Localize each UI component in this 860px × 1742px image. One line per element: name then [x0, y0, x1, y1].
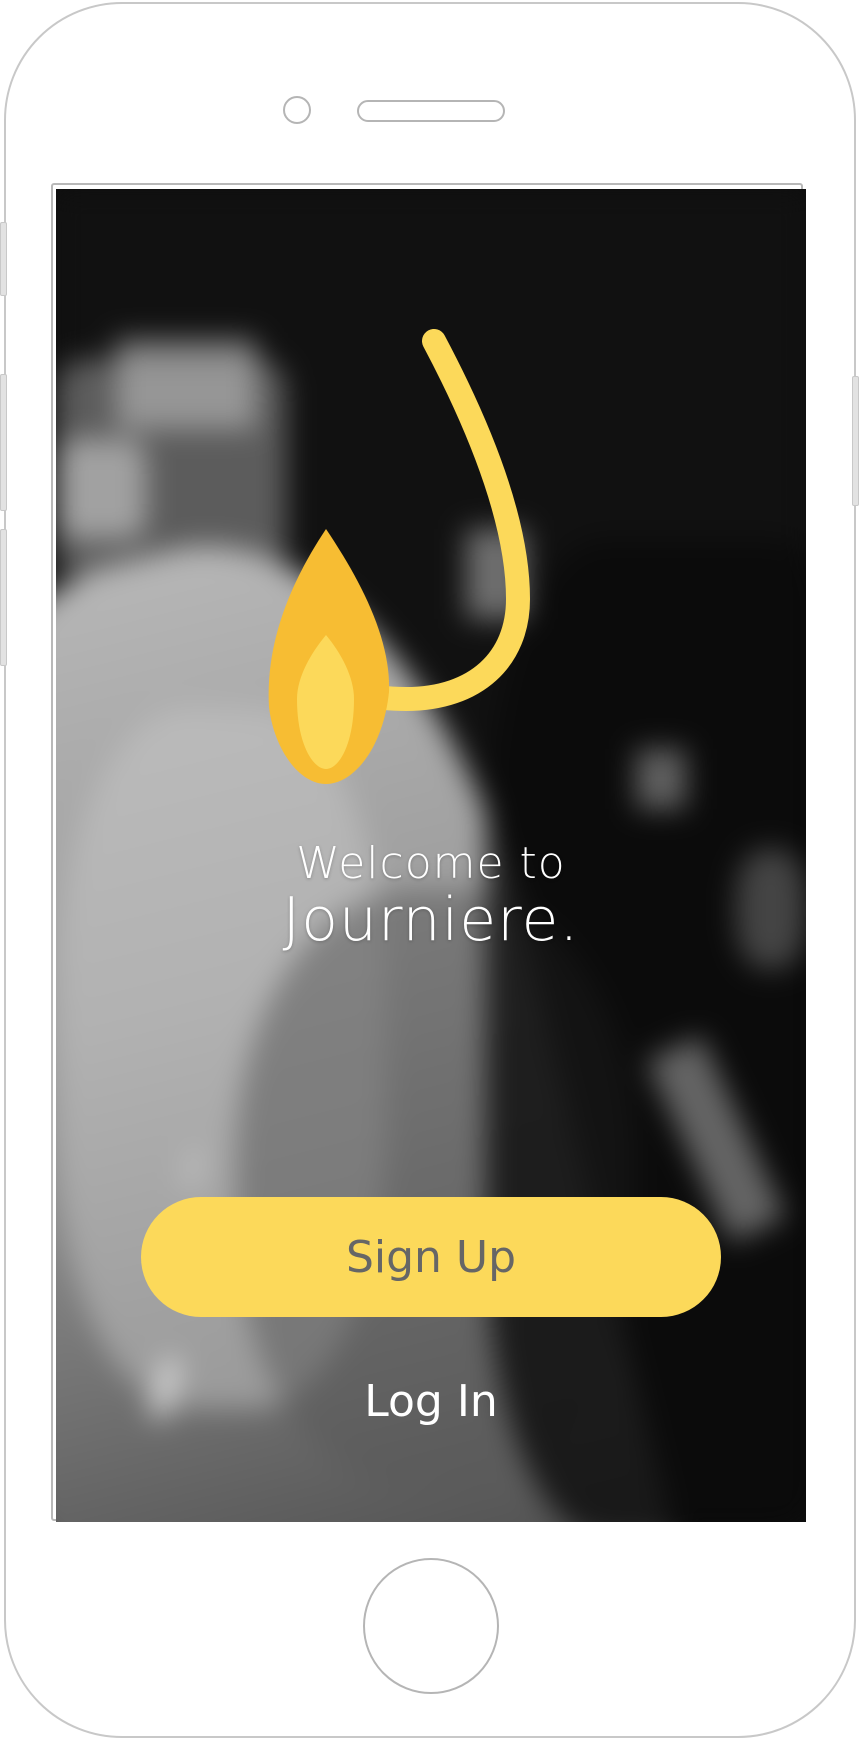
brand-name: Journiere. — [282, 885, 580, 955]
login-button[interactable]: Log In — [281, 1366, 581, 1436]
welcome-text: Welcome to — [296, 838, 566, 889]
volume-down-button — [0, 529, 7, 666]
mute-switch — [0, 222, 7, 296]
volume-up-button — [0, 374, 7, 511]
home-button[interactable] — [363, 1558, 499, 1694]
signup-button[interactable]: Sign Up — [141, 1197, 721, 1317]
app-screen: Welcome to Journiere. Sign Up Log In — [56, 189, 806, 1522]
power-button — [852, 376, 859, 506]
earpiece-speaker — [357, 100, 505, 122]
front-camera — [283, 96, 311, 124]
